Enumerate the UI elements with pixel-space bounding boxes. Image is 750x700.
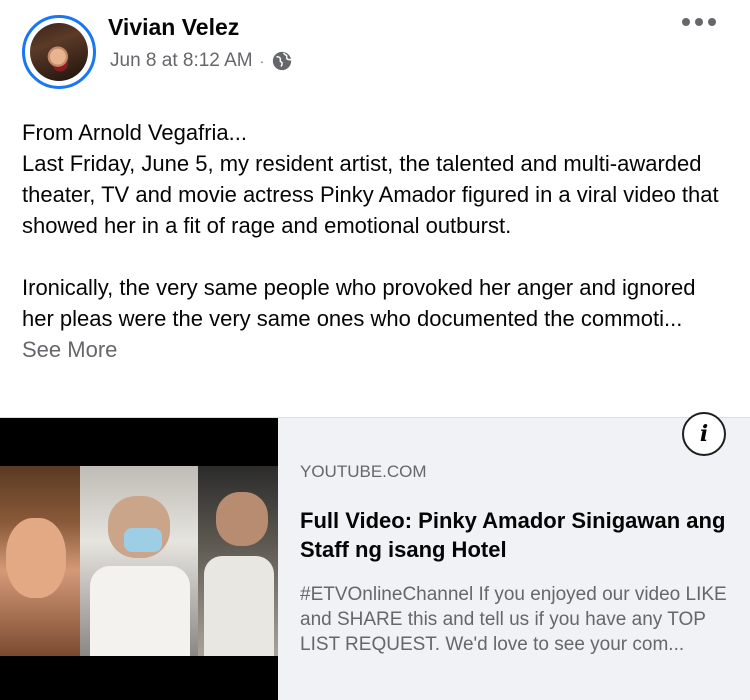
link-info[interactable]: i YOUTUBE.COM Full Video: Pinky Amador S…	[278, 412, 750, 700]
post-body: From Arnold Vegafria... Last Friday, Jun…	[22, 117, 727, 365]
video-thumbnail[interactable]	[0, 418, 278, 700]
more-dot	[708, 18, 716, 26]
link-domain: YOUTUBE.COM	[300, 462, 427, 481]
thumbnail-face	[6, 518, 66, 598]
info-icon[interactable]: i	[682, 412, 726, 456]
thumbnail-shirt	[90, 566, 190, 656]
thumbnail-frame-portrait	[0, 466, 80, 656]
avatar[interactable]	[22, 15, 96, 89]
see-more-link[interactable]: See More	[22, 337, 117, 362]
post-line-intro: From Arnold Vegafria...	[22, 120, 247, 145]
post-meta: Jun 8 at 8:12 AM ·	[110, 50, 293, 72]
thumbnail-frame-masked-person	[80, 466, 198, 656]
link-description: #ETVOnlineChannel If you enjoyed our vid…	[300, 584, 727, 655]
link-title[interactable]: Full Video: Pinky Amador Sinigawan ang S…	[300, 506, 730, 564]
more-dot	[695, 18, 703, 26]
thumbnail-shirt	[204, 556, 274, 656]
globe-icon[interactable]	[271, 50, 293, 72]
avatar-image	[30, 23, 88, 81]
more-dot	[682, 18, 690, 26]
author-name[interactable]: Vivian Velez	[108, 14, 239, 41]
meta-separator: ·	[259, 53, 265, 69]
thumbnail-person	[216, 492, 268, 546]
post-timestamp[interactable]: Jun 8 at 8:12 AM	[110, 50, 253, 72]
post-header: Vivian Velez Jun 8 at 8:12 AM ·	[0, 0, 750, 100]
post-paragraph-2-text: Ironically, the very same people who pro…	[22, 275, 696, 331]
post-line-paragraph-2: Ironically, the very same people who pro…	[22, 272, 727, 365]
thumbnail-frame-pointing-person	[198, 466, 278, 656]
more-horizontal-icon[interactable]	[682, 18, 716, 26]
post-line-paragraph-1: Last Friday, June 5, my resident artist,…	[22, 151, 719, 238]
link-preview-card[interactable]: i YOUTUBE.COM Full Video: Pinky Amador S…	[0, 412, 750, 700]
thumbnail-mask	[124, 528, 162, 552]
